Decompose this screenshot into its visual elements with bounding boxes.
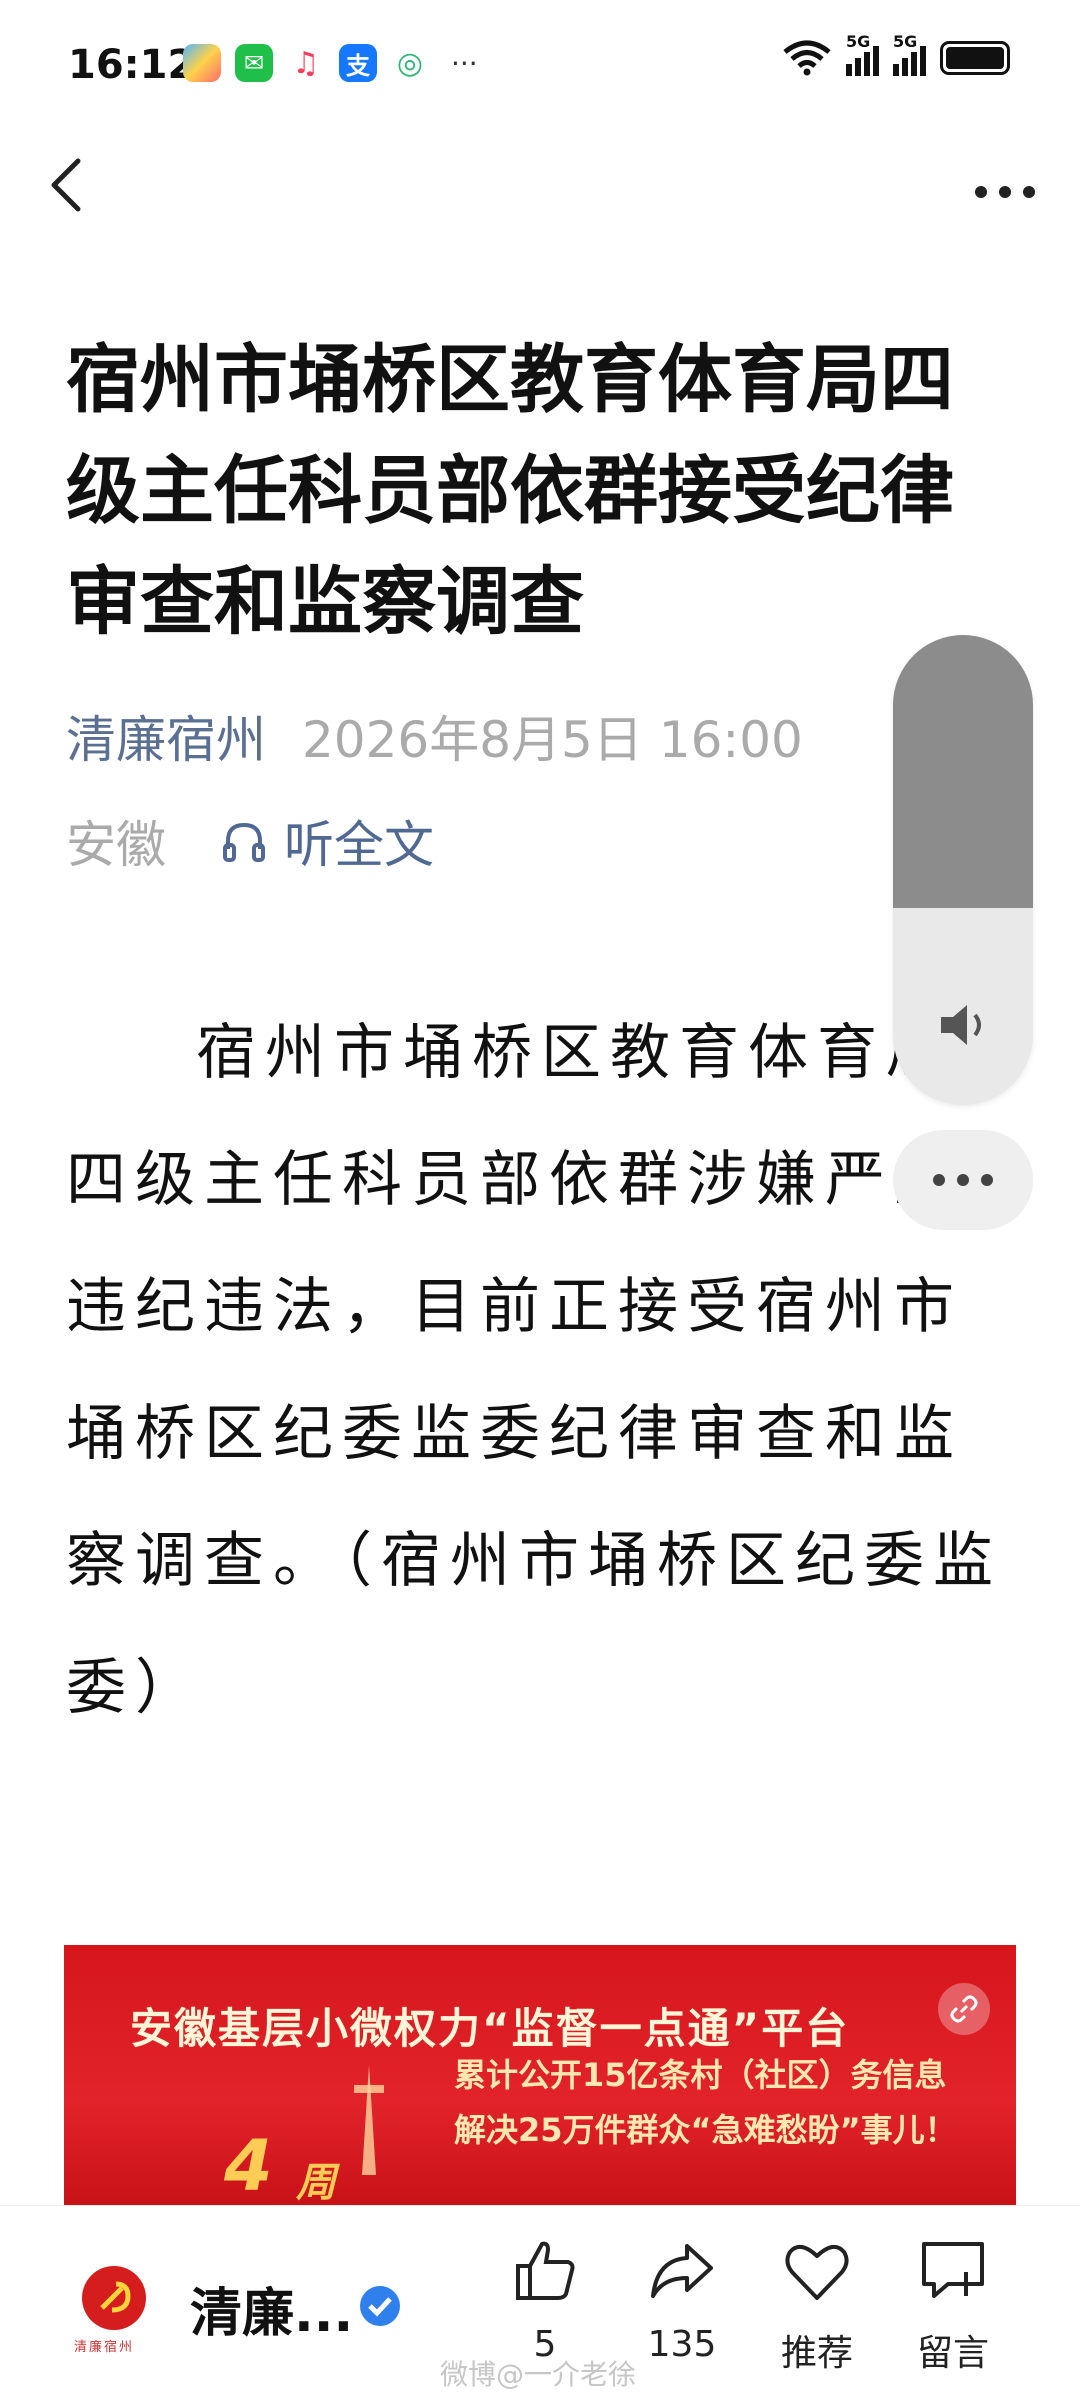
status-right: 5G 5G: [782, 32, 1010, 76]
comment-label: 留言: [916, 2333, 989, 2374]
signal-icon-1: 5G: [846, 32, 879, 76]
music-icon: ♫: [287, 44, 325, 82]
listen-button[interactable]: 听全文: [220, 805, 434, 877]
share-arrow-icon: [651, 2244, 713, 2298]
more-horizontal-icon: [933, 1174, 993, 1186]
heart-icon: [785, 2244, 849, 2300]
signal-icon-2: 5G: [893, 32, 926, 76]
share-button[interactable]: 135: [627, 2236, 737, 2365]
account-avatar[interactable]: [82, 2266, 146, 2330]
thumbs-up-icon: [516, 2241, 575, 2300]
banner-line-1: 累计公开15亿条村（社区）务信息: [454, 2056, 947, 2094]
more-horizontal-icon: [975, 186, 1035, 198]
article-body: 宿州市埇桥区教育体育局四级主任科员部依群涉嫌严重违纪违法，目前正接受宿州市埇桥区…: [66, 990, 1016, 1752]
add-comment-icon: [922, 2242, 984, 2298]
watermark: 微博@一介老徐: [440, 2358, 637, 2391]
article-source-link[interactable]: 清廉宿州: [66, 711, 266, 769]
promo-banner[interactable]: 安徽基层小微权力“监督一点通”平台 4 周 累计公开15亿条村（社区）务信息 解…: [64, 1945, 1016, 2205]
comment-button[interactable]: 留言: [898, 2236, 1008, 2376]
back-button[interactable]: [40, 155, 100, 215]
chevron-left-icon: [51, 158, 81, 212]
party-emblem-icon: [100, 2281, 131, 2313]
recommend-label: 推荐: [780, 2333, 853, 2374]
alipay-icon: 支: [339, 44, 377, 82]
article-title: 宿州市埇桥区教育体育局四级主任科员部依群接受纪律审查和监察调查: [66, 337, 954, 645]
anniversary-unit: 周: [296, 2160, 336, 2205]
listen-label: 听全文: [284, 816, 434, 874]
wechat-icon: ✉: [235, 44, 273, 82]
article-body-text: 宿州市埇桥区教育体育局四级主任科员部依群涉嫌严重违纪违法，目前正接受宿州市埇桥区…: [66, 1018, 1002, 1723]
like-button[interactable]: 5: [490, 2236, 600, 2365]
battery-icon: [940, 41, 1010, 75]
more-notifications-icon: ···: [451, 46, 478, 80]
top-nav: [0, 145, 1080, 225]
wifi-icon: [783, 40, 831, 76]
monument-icon: [354, 2065, 384, 2175]
floating-more-button[interactable]: [893, 1130, 1033, 1230]
status-bar: 16:12 ✉ ♫ 支 ◎ ··· 5G 5G: [0, 0, 1080, 130]
article-meta: 清廉宿州 2026年8月5日 16:00: [66, 700, 803, 772]
volume-slider[interactable]: [893, 635, 1033, 1105]
banner-link-button[interactable]: [938, 1983, 990, 2035]
recommend-button[interactable]: 推荐: [762, 2236, 872, 2376]
banner-headline: 安徽基层小微权力“监督一点通”平台: [130, 2004, 850, 2053]
anniversary-number: 4: [224, 2125, 273, 2205]
more-options-button[interactable]: [974, 170, 1036, 200]
app-swirl-icon: ◎: [391, 44, 429, 82]
app-pinwheel-icon: [183, 44, 221, 82]
avatar-caption: 清廉宿州: [74, 2340, 135, 2355]
article-date: 2026年8月5日 16:00: [302, 711, 803, 769]
share-count: 135: [647, 2324, 717, 2365]
article-region: 安徽: [66, 816, 166, 874]
speaker-icon: [941, 1005, 981, 1045]
account-name[interactable]: 清廉...: [190, 2271, 353, 2346]
headphones-icon: [223, 822, 265, 862]
link-icon: [950, 1995, 978, 2023]
banner-line-2: 解决25万件群众“急难愁盼”事儿！: [454, 2111, 957, 2149]
status-time: 16:12: [68, 42, 196, 88]
verified-badge-icon: [360, 2286, 400, 2326]
notification-icons: ✉ ♫ 支 ◎ ···: [183, 44, 478, 82]
volume-level-fill: [893, 635, 1033, 908]
